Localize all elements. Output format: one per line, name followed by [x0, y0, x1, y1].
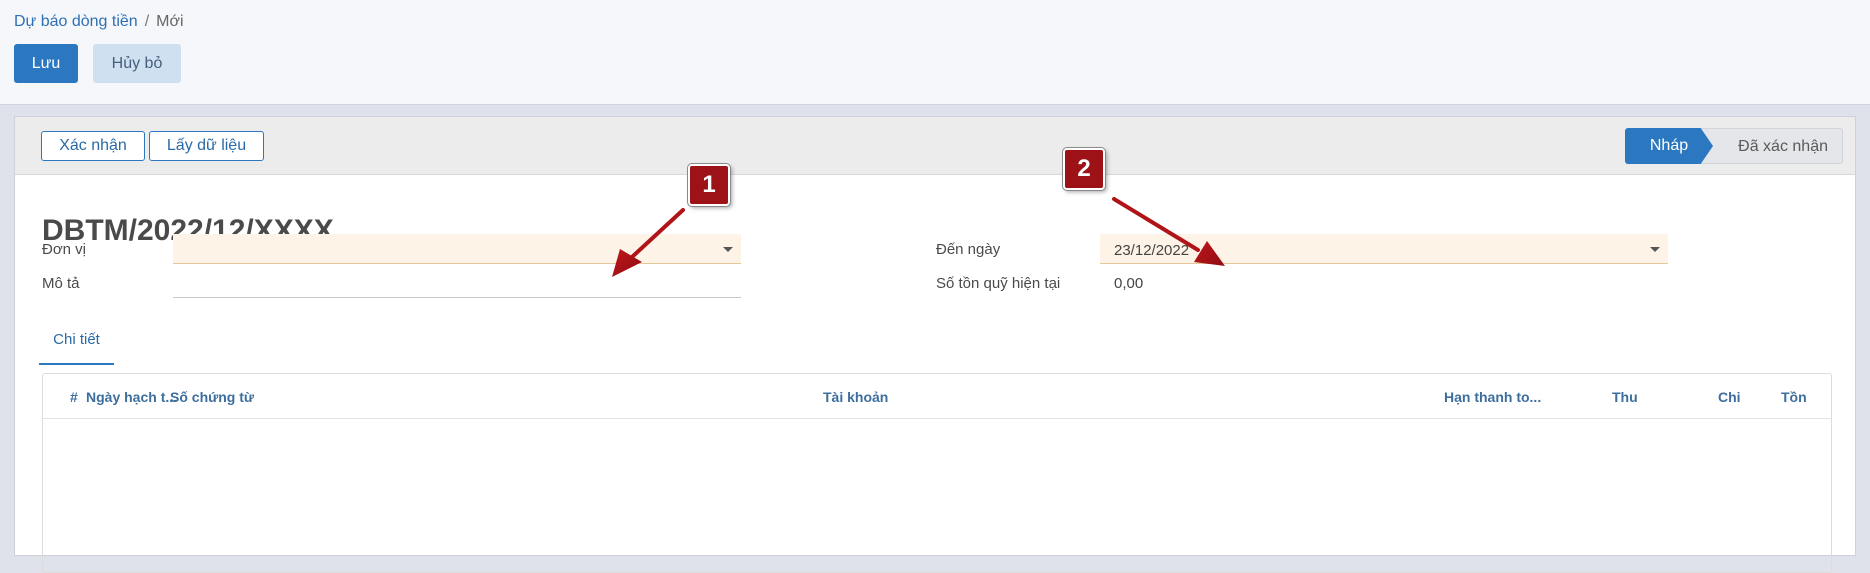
table-header: # Ngày hạch t... Số chứng từ Tài khoản H…	[43, 374, 1831, 419]
tab-details[interactable]: Chi tiết	[39, 329, 114, 365]
to-date-label: Đến ngày	[936, 241, 1001, 258]
column-header-index[interactable]: #	[70, 389, 78, 405]
column-header-expense[interactable]: Chi	[1718, 389, 1741, 405]
breadcrumb-current: Mới	[156, 13, 184, 30]
breadcrumb-separator: /	[144, 13, 150, 30]
details-table: # Ngày hạch t... Số chứng từ Tài khoản H…	[42, 373, 1832, 573]
discard-button[interactable]: Hủy bỏ	[93, 44, 181, 83]
column-header-posting-date[interactable]: Ngày hạch t...	[86, 389, 177, 405]
column-header-voucher-number[interactable]: Số chứng từ	[170, 389, 254, 405]
annotation-badge-2: 2	[1063, 148, 1105, 190]
form-sheet: Xác nhận Lấy dữ liệu Đã xác nhận Nháp DB…	[14, 116, 1856, 573]
chevron-down-icon	[723, 247, 733, 252]
status-bar: Xác nhận Lấy dữ liệu Đã xác nhận Nháp	[15, 117, 1855, 175]
column-header-income[interactable]: Thu	[1612, 389, 1638, 405]
description-input[interactable]	[173, 268, 741, 298]
unit-label: Đơn vị	[42, 241, 87, 258]
chevron-down-icon	[1650, 247, 1660, 252]
control-panel: Dự báo dòng tiền / Mới Lưu Hủy bỏ	[0, 0, 1870, 105]
save-button[interactable]: Lưu	[14, 44, 78, 83]
breadcrumb: Dự báo dòng tiền / Mới	[14, 13, 184, 31]
stage-confirmed[interactable]: Đã xác nhận	[1701, 128, 1843, 164]
confirm-button[interactable]: Xác nhận	[41, 131, 145, 161]
column-header-due-date[interactable]: Hạn thanh to...	[1444, 389, 1541, 405]
stage-draft[interactable]: Nháp	[1625, 128, 1713, 164]
to-date-value: 23/12/2022	[1114, 242, 1190, 259]
column-header-balance[interactable]: Tồn	[1781, 389, 1807, 405]
description-label: Mô tả	[42, 275, 80, 292]
balance-label: Số tồn quỹ hiện tại	[936, 275, 1061, 292]
balance-value: 0,00	[1114, 275, 1144, 292]
breadcrumb-parent-link[interactable]: Dự báo dòng tiền	[14, 13, 138, 30]
column-header-account[interactable]: Tài khoản	[823, 389, 888, 405]
unit-select[interactable]	[173, 234, 741, 264]
to-date-select[interactable]: 23/12/2022	[1100, 234, 1668, 264]
fetch-data-button[interactable]: Lấy dữ liệu	[149, 131, 264, 161]
annotation-badge-1: 1	[688, 164, 730, 206]
